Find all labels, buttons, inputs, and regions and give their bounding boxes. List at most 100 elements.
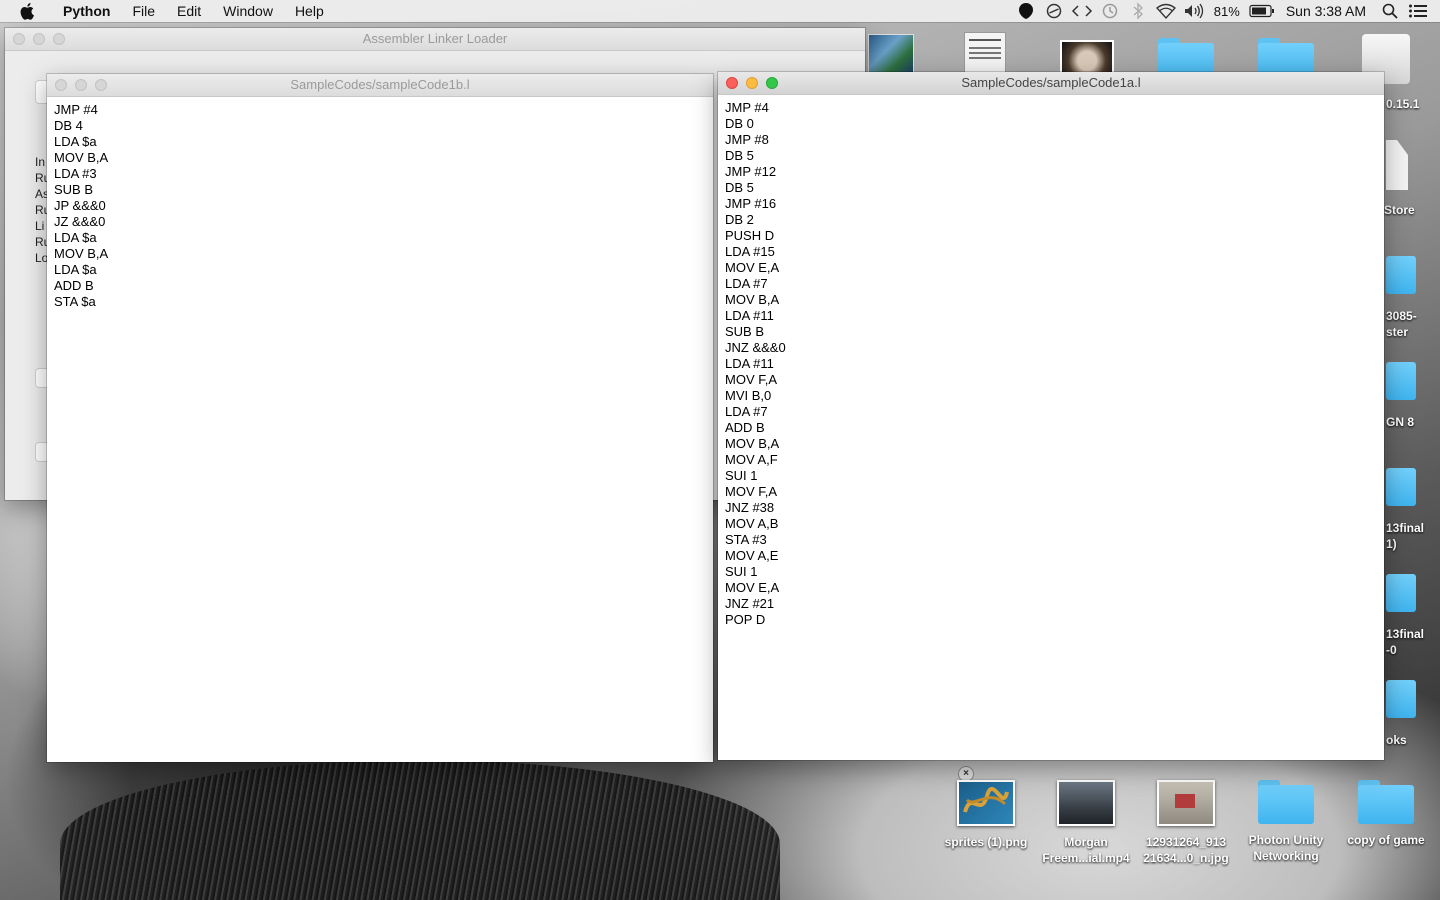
menu-app-python[interactable]: Python	[52, 0, 121, 22]
menu-edit[interactable]: Edit	[166, 0, 212, 22]
notification-center-icon[interactable]	[1406, 0, 1430, 22]
desktop-label: ster	[1386, 325, 1409, 339]
window-titlebar[interactable]: SampleCodes/sampleCode1a.l	[718, 72, 1384, 95]
folder-icon[interactable]	[1386, 362, 1416, 400]
menu-file[interactable]: File	[121, 0, 166, 22]
code-line: LDA $a	[54, 262, 97, 277]
code-line: JMP #4	[725, 100, 769, 115]
code-line: MOV E,A	[725, 580, 780, 595]
apple-icon[interactable]	[20, 2, 38, 20]
file-label: sprites (1).png	[944, 835, 1028, 849]
map-thumbnail-icon[interactable]	[868, 34, 914, 74]
folder-icon[interactable]	[1386, 680, 1416, 718]
code-line: DB 5	[725, 180, 754, 195]
desktop-folder-photon[interactable]: Photon Unity Networking	[1236, 780, 1336, 864]
code-text-area[interactable]: JMP #4 DB 0 JMP #8 DB 5 JMP #12 DB 5 JMP…	[718, 95, 1384, 628]
record-icon[interactable]	[1014, 0, 1038, 22]
code-line: MOV B,A	[725, 436, 780, 451]
file-label: Photon Unity	[1248, 833, 1324, 847]
close-button[interactable]	[55, 79, 67, 91]
code-line: JMP #12	[725, 164, 777, 179]
menu-help[interactable]: Help	[284, 0, 335, 22]
minimize-button[interactable]	[746, 77, 758, 89]
sample-code-1a-window[interactable]: SampleCodes/sampleCode1a.l JMP #4 DB 0 J…	[718, 72, 1384, 760]
desktop-label: 3085-	[1386, 309, 1417, 323]
code-line: MOV F,A	[725, 484, 778, 499]
label-fragment: Li	[35, 219, 45, 233]
wifi-icon[interactable]	[1154, 0, 1178, 22]
sync-icon[interactable]	[1042, 0, 1066, 22]
desktop-label: oks	[1386, 733, 1407, 747]
zoom-button[interactable]	[766, 77, 778, 89]
code-line: DB 0	[725, 116, 754, 131]
zoom-button[interactable]	[95, 79, 107, 91]
label-fragment: In	[35, 155, 46, 169]
file-label: copy of game	[1347, 833, 1425, 847]
code-line: ADD B	[725, 420, 765, 435]
sample-code-1b-window[interactable]: SampleCodes/sampleCode1b.l JMP #4 DB 4 L…	[47, 74, 713, 762]
photo-thumbnail-icon	[1157, 780, 1215, 826]
desktop-label: Store	[1384, 203, 1415, 217]
file-label: Freem...ial.mp4	[1042, 851, 1130, 865]
battery-percentage[interactable]: 81%	[1208, 4, 1246, 19]
folder-icon[interactable]	[1386, 468, 1416, 506]
code-line: LDA #7	[725, 276, 768, 291]
spotlight-icon[interactable]	[1378, 0, 1402, 22]
code-line: MOV A,F	[725, 452, 778, 467]
file-label: Networking	[1253, 849, 1319, 863]
code-line: SUI 1	[725, 468, 758, 483]
code-text-area[interactable]: JMP #4 DB 4 LDA $a MOV B,A LDA #3 SUB B …	[47, 97, 713, 310]
code-line: MOV B,A	[54, 246, 109, 261]
minimize-button[interactable]	[33, 33, 45, 45]
window-title: SampleCodes/sampleCode1b.l	[290, 77, 470, 92]
close-button[interactable]	[726, 77, 738, 89]
menu-clock[interactable]: Sun 3:38 AM	[1278, 3, 1376, 19]
window-titlebar[interactable]: SampleCodes/sampleCode1b.l	[47, 74, 713, 97]
code-line: JNZ #21	[725, 596, 775, 611]
desktop-file-jpg[interactable]: 12931264_913 21634...0_n.jpg	[1136, 780, 1236, 866]
battery-icon[interactable]	[1248, 0, 1276, 22]
zoom-button[interactable]	[53, 33, 65, 45]
code-line: LDA $a	[54, 134, 97, 149]
desktop-folder-copy-of-game[interactable]: copy of game	[1336, 780, 1436, 848]
folder-icon[interactable]	[1386, 256, 1416, 294]
code-line: LDA $a	[54, 230, 97, 245]
window-titlebar[interactable]: Assembler Linker Loader	[5, 28, 865, 51]
code-line: PUSH D	[725, 228, 775, 243]
close-button[interactable]	[13, 33, 25, 45]
volume-icon[interactable]	[1182, 0, 1206, 22]
time-machine-icon[interactable]	[1098, 0, 1122, 22]
desktop-file-morgan-video[interactable]: Morgan Freem...ial.mp4	[1036, 780, 1136, 866]
bluetooth-icon[interactable]	[1126, 0, 1150, 22]
image-thumbnail-icon	[957, 780, 1015, 826]
folder-icon	[1358, 780, 1414, 824]
desktop-label: -0	[1386, 643, 1397, 657]
folder-icon[interactable]	[1386, 574, 1416, 612]
code-line: MVI B,0	[725, 388, 772, 403]
code-line: JMP #16	[725, 196, 777, 211]
code-brackets-icon[interactable]	[1070, 0, 1094, 22]
code-line: MOV A,B	[725, 516, 779, 531]
code-line: JNZ #38	[725, 500, 775, 515]
document-thumbnail-icon[interactable]	[964, 32, 1006, 74]
video-thumbnail-icon	[1057, 780, 1115, 826]
code-line: JMP #4	[54, 102, 98, 117]
minimize-button[interactable]	[75, 79, 87, 91]
window-title: SampleCodes/sampleCode1a.l	[961, 75, 1141, 90]
code-line: SUB B	[725, 324, 765, 339]
code-line: MOV F,A	[725, 372, 778, 387]
code-line: JZ &&&0	[54, 214, 106, 229]
code-line: STA #3	[725, 532, 767, 547]
desktop-label: GN 8	[1386, 415, 1415, 429]
code-line: LDA #11	[725, 356, 774, 371]
desktop-label: 0.15.1	[1386, 97, 1420, 111]
menu-window[interactable]: Window	[212, 0, 284, 22]
code-line: POP D	[725, 612, 766, 627]
folder-icon	[1258, 780, 1314, 824]
code-line: LDA #3	[54, 166, 97, 181]
code-line: DB 5	[725, 148, 754, 163]
code-line: STA $a	[54, 294, 96, 309]
code-line: LDA #7	[725, 404, 768, 419]
code-line: JP &&&0	[54, 198, 106, 213]
desktop-file-sprites[interactable]: sprites (1).png	[936, 780, 1036, 850]
